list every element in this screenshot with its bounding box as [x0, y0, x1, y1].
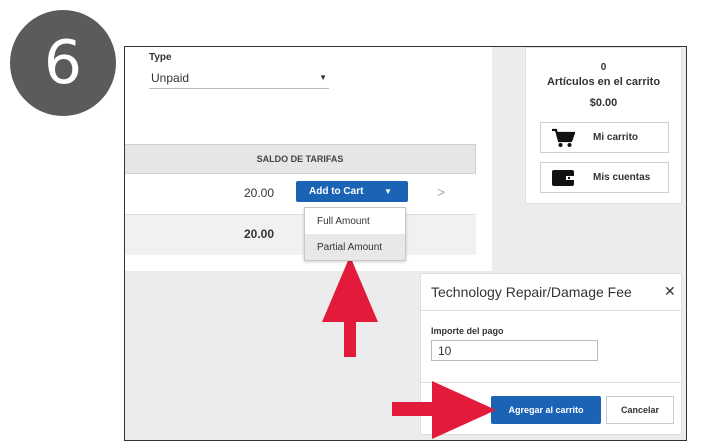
caret-down-icon: ▼ [384, 187, 392, 196]
add-to-cart-dropdown: Full Amount Partial Amount [304, 207, 406, 261]
step-number-badge: 6 [10, 10, 116, 116]
fee-table-header: SALDO DE TARIFAS [125, 145, 475, 174]
cart-summary-card: 0 Artículos en el carrito $0.00 Mi carri… [525, 47, 682, 204]
add-to-cart-confirm-button[interactable]: Agregar al carrito [491, 396, 601, 424]
payment-amount-label: Importe del pago [431, 326, 504, 336]
arrow-right-icon [392, 381, 496, 439]
modal-divider [421, 310, 681, 311]
table-total-row: 20.00 [125, 214, 476, 255]
fee-balance-table: SALDO DE TARIFAS 20.00 Add to Cart ▼ > 2… [125, 144, 476, 255]
add-to-cart-button[interactable]: Add to Cart ▼ [296, 181, 408, 202]
my-cart-button[interactable]: Mi carrito [540, 122, 669, 153]
cart-total: $0.00 [589, 97, 618, 109]
chevron-right-icon[interactable]: > [437, 184, 445, 200]
cart-items-label: Artículos en el carrito [546, 76, 661, 88]
caret-down-icon: ▼ [319, 73, 327, 82]
cart-item-count: 0 [600, 62, 607, 73]
wallet-icon [551, 168, 579, 188]
fee-amount: 20.00 [243, 186, 274, 200]
fee-total-amount: 20.00 [243, 227, 274, 241]
my-cart-label: Mi carrito [593, 132, 639, 143]
my-accounts-button[interactable]: Mis cuentas [540, 162, 669, 193]
type-label: Type [149, 52, 172, 63]
table-row: 20.00 Add to Cart ▼ > [125, 174, 476, 214]
close-icon[interactable]: ✕ [664, 283, 676, 300]
payment-amount-input[interactable] [431, 340, 598, 361]
dropdown-item-full-amount[interactable]: Full Amount [305, 208, 405, 234]
cancel-button[interactable]: Cancelar [606, 396, 674, 424]
dropdown-item-partial-amount[interactable]: Partial Amount [305, 234, 405, 260]
shopping-cart-icon [551, 128, 579, 148]
annotation-arrow-up [322, 256, 378, 357]
my-accounts-label: Mis cuentas [593, 172, 651, 183]
modal-title: Technology Repair/Damage Fee [431, 284, 632, 300]
annotation-arrow-right [392, 381, 496, 439]
arrow-up-icon [322, 256, 378, 357]
type-select[interactable]: Unpaid ▼ [149, 67, 329, 89]
add-to-cart-label: Add to Cart [309, 186, 364, 197]
type-select-value: Unpaid [151, 70, 190, 85]
